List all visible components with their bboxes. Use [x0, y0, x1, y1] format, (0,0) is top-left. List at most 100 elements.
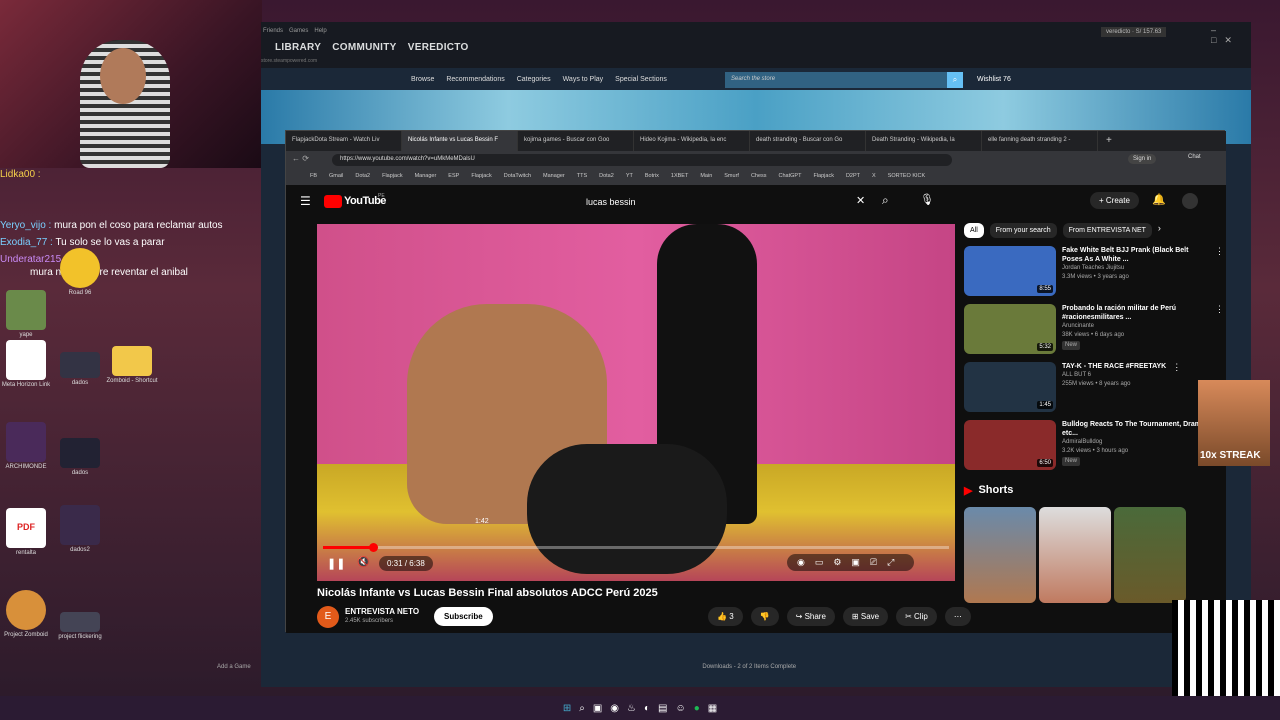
- more-actions-icon[interactable]: ⋯: [944, 607, 971, 626]
- recommendation-item[interactable]: 1:45 TAY-K - THE RACE #FREETAYK ALL BUT 62…: [964, 362, 1224, 412]
- steam-menu-item[interactable]: Games: [289, 28, 308, 34]
- recommendation-channel[interactable]: AdmiralBulldog: [1062, 438, 1209, 447]
- downloads-status[interactable]: Downloads - 2 of 2 Items Complete: [702, 664, 796, 670]
- chrome-icon[interactable]: ◉: [610, 703, 619, 714]
- browser-tab-active[interactable]: Nicolás Infante vs Lucas Bessin F: [402, 131, 518, 151]
- store-nav-browse[interactable]: Browse: [411, 76, 434, 83]
- browser-tab[interactable]: death stranding - Buscar con Go: [750, 131, 866, 151]
- nav-arrows-icon[interactable]: ← ⟳: [292, 154, 309, 163]
- share-button[interactable]: ↪ Share: [786, 607, 835, 626]
- short-item[interactable]: [964, 507, 1036, 603]
- chip-all[interactable]: All: [964, 223, 984, 238]
- desktop-icon[interactable]: ARCHIMONDE: [0, 422, 52, 470]
- desktop-icon[interactable]: dados: [54, 352, 106, 386]
- bookmark-item[interactable]: Dota2: [599, 173, 614, 181]
- recommendation-title[interactable]: Bulldog Reacts To The Tournament, Drama …: [1062, 420, 1209, 438]
- app-icon[interactable]: ▦: [708, 703, 717, 714]
- recommendation-title[interactable]: TAY-K - THE RACE #FREETAYK: [1062, 362, 1166, 371]
- chat-button[interactable]: Chat: [1188, 154, 1201, 160]
- recommendation-item[interactable]: 6:50 Bulldog Reacts To The Tournament, Dr…: [964, 420, 1224, 470]
- desktop-icon[interactable]: Road 96: [54, 248, 106, 296]
- search-icon[interactable]: ⌕: [947, 72, 963, 88]
- browser-tab[interactable]: elle fanning death stranding 2 -: [982, 131, 1098, 151]
- desktop-icon[interactable]: Zomboid - Shortcut: [106, 346, 158, 384]
- steam-icon[interactable]: ♨: [627, 703, 636, 714]
- browser-tab[interactable]: Death Stranding - Wikipedia, la: [866, 131, 982, 151]
- bookmark-item[interactable]: 1XBET: [671, 173, 688, 181]
- url-input[interactable]: https://www.youtube.com/watch?v=uMkMeMDa…: [332, 154, 952, 166]
- nav-library[interactable]: LIBRARY: [275, 42, 321, 53]
- desktop-icon[interactable]: project flickering: [54, 612, 106, 640]
- recommendation-channel[interactable]: ALL BUT 6: [1062, 371, 1166, 380]
- video-thumbnail[interactable]: 1:45: [964, 362, 1056, 412]
- clear-search-icon[interactable]: ✕: [856, 194, 865, 207]
- subscribe-button[interactable]: Subscribe: [434, 607, 493, 626]
- search-input[interactable]: lucas bessin: [576, 194, 866, 210]
- browser-tab[interactable]: Hideo Kojima - Wikipedia, la enc: [634, 131, 750, 151]
- progress-bar[interactable]: [323, 543, 949, 552]
- scrubber-handle[interactable]: [369, 543, 379, 552]
- store-nav-special[interactable]: Special Sections: [615, 76, 667, 83]
- taskview-icon[interactable]: ▣: [593, 703, 602, 714]
- bookmark-item[interactable]: X: [872, 173, 876, 181]
- chevron-right-icon[interactable]: ›: [1158, 223, 1161, 238]
- recommendation-item[interactable]: 8:55 Fake White Belt BJJ Prank (Black Bel…: [964, 246, 1224, 296]
- recommendation-channel[interactable]: Jordan Teaches Jiujitsu: [1062, 264, 1209, 273]
- search-icon[interactable]: ⌕: [579, 703, 585, 714]
- bookmark-item[interactable]: D2PT: [846, 173, 860, 181]
- explorer-icon[interactable]: ▤: [658, 703, 667, 714]
- desktop-icon[interactable]: Meta Horizon Link: [0, 340, 52, 388]
- sign-in-button[interactable]: Sign in: [1128, 154, 1157, 164]
- bookmark-item[interactable]: Manager: [415, 173, 437, 181]
- player-right-controls[interactable]: ◉▭⚙▣⎚⤢: [787, 554, 915, 571]
- desktop-icon[interactable]: yape: [0, 290, 52, 338]
- nav-community[interactable]: COMMUNITY: [332, 42, 396, 53]
- youtube-logo-icon[interactable]: [324, 195, 342, 208]
- steam-menu-item[interactable]: Friends: [263, 28, 283, 34]
- bookmark-item[interactable]: Gmail: [329, 173, 343, 181]
- more-options-icon[interactable]: ⋮: [1215, 304, 1224, 354]
- bookmark-item[interactable]: Dota2: [355, 173, 370, 181]
- store-search-input[interactable]: Search the store: [725, 72, 963, 88]
- dislike-button[interactable]: 👎: [750, 607, 779, 626]
- pause-icon[interactable]: ❚❚: [327, 557, 345, 570]
- wishlist-link[interactable]: Wishlist 76: [977, 76, 1011, 83]
- notifications-icon[interactable]: 🔔: [1152, 193, 1166, 206]
- browser-tab[interactable]: FlapjackDota Stream - Watch Liv: [286, 131, 402, 151]
- short-item[interactable]: [1039, 507, 1111, 603]
- desktop-icon[interactable]: dados: [54, 438, 106, 476]
- bookmark-item[interactable]: ESP: [448, 173, 459, 181]
- mute-icon[interactable]: 🔇: [357, 557, 369, 568]
- bookmark-item[interactable]: ChatGPT: [779, 173, 802, 181]
- window-controls[interactable]: –□✕: [1211, 25, 1251, 46]
- bookmark-item[interactable]: Flapjack: [471, 173, 491, 181]
- channel-name[interactable]: ENTREVISTA NETO: [345, 607, 419, 616]
- bookmark-item[interactable]: Botrix: [645, 173, 659, 181]
- channel-avatar[interactable]: E: [317, 606, 339, 628]
- more-options-icon[interactable]: ⋮: [1215, 246, 1224, 296]
- start-icon[interactable]: ⊞: [563, 703, 571, 714]
- bookmark-item[interactable]: Manager: [543, 173, 565, 181]
- short-item[interactable]: [1114, 507, 1186, 603]
- bookmark-item[interactable]: Smurf: [724, 173, 739, 181]
- video-thumbnail[interactable]: 8:55: [964, 246, 1056, 296]
- recommendation-item[interactable]: 5:32 Probando la ración militar de Perú #…: [964, 304, 1224, 354]
- avatar[interactable]: [1182, 193, 1198, 209]
- menu-icon[interactable]: ☰: [300, 194, 311, 208]
- steam-menu-item[interactable]: Help: [314, 28, 326, 34]
- bookmark-item[interactable]: Chess: [751, 173, 767, 181]
- bookmark-item[interactable]: Flapjack: [813, 173, 833, 181]
- recommendation-channel[interactable]: Aruncinante: [1062, 322, 1209, 331]
- steam-account[interactable]: veredicto · S/ 157.63: [1101, 27, 1167, 37]
- bookmark-item[interactable]: DotaTwitch: [504, 173, 531, 181]
- search-icon[interactable]: ⌕: [882, 193, 889, 208]
- chip-from-channel[interactable]: From ENTREVISTA NET: [1062, 223, 1152, 238]
- recommendation-title[interactable]: Probando la ración militar de Perú #raci…: [1062, 304, 1209, 322]
- bookmark-item[interactable]: SORTEO KICK: [888, 173, 926, 181]
- video-thumbnail[interactable]: 5:32: [964, 304, 1056, 354]
- store-nav-recommendations[interactable]: Recommendations: [446, 76, 504, 83]
- desktop-icon[interactable]: Project Zomboid: [0, 590, 52, 638]
- desktop-icon[interactable]: PDF rentalta: [0, 508, 52, 556]
- recommendation-title[interactable]: Fake White Belt BJJ Prank (Black Belt Po…: [1062, 246, 1209, 264]
- discord-icon[interactable]: ☺: [675, 703, 685, 714]
